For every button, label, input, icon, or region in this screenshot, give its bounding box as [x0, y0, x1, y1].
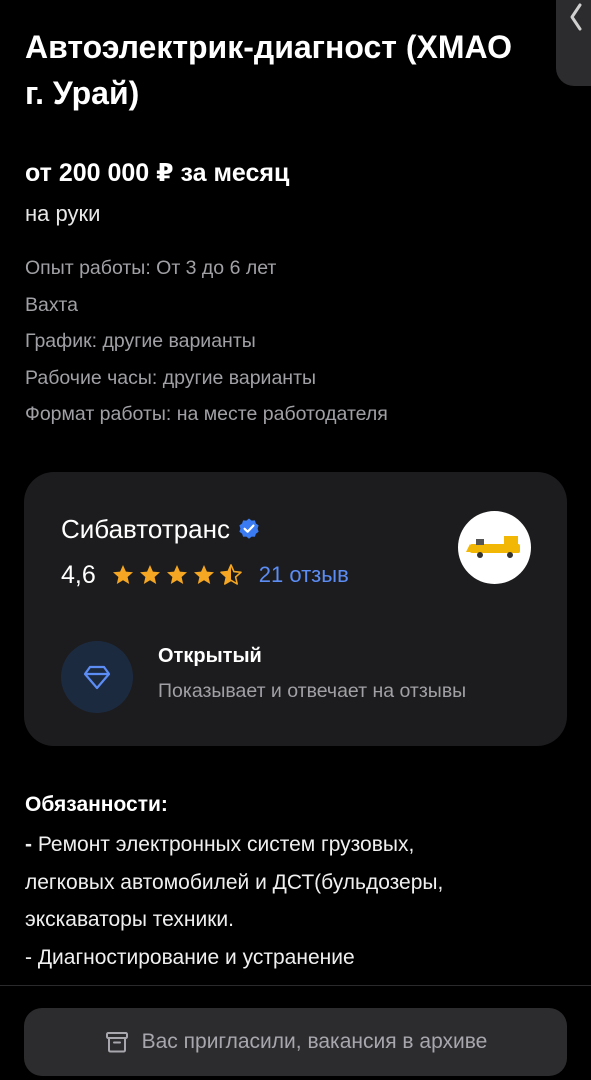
company-row: Сибавтотранс — [61, 512, 261, 546]
duty-line-text: экскаваторы техники. — [25, 908, 234, 931]
duty-bullet: - — [25, 833, 38, 856]
vacancy-title-line-2: г. Урай) — [25, 75, 140, 111]
star-full-icon — [193, 565, 214, 584]
archive-status-label: Вас пригласили, вакансия в архиве — [141, 1030, 488, 1053]
rating-value: 4,6 — [61, 561, 96, 589]
badge-description: Показывает и отвечает на отзывы — [158, 680, 467, 702]
salary: от 200 000 ₽ за месяц — [25, 159, 290, 187]
detail-work-format: Формат работы: на месте работодателя — [25, 403, 388, 425]
vacancy-page: Автоэлектрик-диагност (ХМАО г. Урай) от … — [0, 0, 591, 1080]
duties-text: - Ремонт электронных систем грузовых, ле… — [25, 826, 443, 976]
detail-employment: Вахта — [25, 293, 78, 316]
company-name[interactable]: Сибавтотранс — [61, 512, 230, 546]
footer-divider — [0, 985, 591, 986]
vacancy-title-line-1: Автоэлектрик-диагност (ХМАО — [25, 29, 513, 65]
star-full-icon — [166, 565, 187, 584]
duty-line: - Диагностирование и устранение — [25, 939, 443, 977]
vacancy-title: Автоэлектрик-диагност (ХМАО г. Урай) — [25, 24, 565, 116]
diamond-icon — [83, 665, 111, 690]
open-employer-badge — [61, 641, 133, 713]
duty-line: экскаваторы техники. — [25, 901, 443, 939]
employer-card[interactable]: Сибавтотранс 4,6 21 отзыв Открытый Показ… — [24, 472, 567, 746]
archive-status-button[interactable]: Вас пригласили, вакансия в архиве — [24, 1008, 567, 1076]
rating-row: 4,6 21 отзыв — [61, 558, 349, 592]
star-half-icon — [219, 564, 242, 585]
star-full-icon — [112, 565, 133, 584]
star-rating — [110, 563, 245, 587]
badge-title: Открытый — [158, 645, 262, 667]
duties-heading: Обязанности: — [25, 793, 168, 816]
detail-working-hours: Рабочие часы: другие варианты — [25, 366, 317, 389]
duty-line-text: легковых автомобилей и ДСТ(бульдозеры, — [25, 870, 444, 894]
duty-line-text: Ремонт электронных систем грузовых, — [37, 833, 415, 856]
archive-box-icon — [105, 1032, 128, 1053]
company-logo[interactable] — [458, 511, 531, 584]
salary-note: на руки — [25, 201, 101, 226]
duty-line: легковых автомобилей и ДСТ(бульдозеры, — [25, 864, 443, 902]
vacancy-details: Опыт работы: От 3 до 6 лет Вахта График:… — [25, 250, 388, 433]
duty-line: - Ремонт электронных систем грузовых, — [25, 826, 443, 864]
verified-check-icon — [239, 518, 259, 539]
reviews-link[interactable]: 21 отзыв — [259, 558, 349, 592]
star-full-icon — [139, 565, 160, 584]
chevron-left-icon — [570, 3, 582, 31]
detail-experience: Опыт работы: От 3 до 6 лет — [25, 257, 277, 279]
duty-line-text: - Диагностирование и устранение — [25, 945, 355, 969]
detail-schedule: График: другие варианты — [25, 330, 256, 352]
company-logo-image — [465, 535, 522, 564]
